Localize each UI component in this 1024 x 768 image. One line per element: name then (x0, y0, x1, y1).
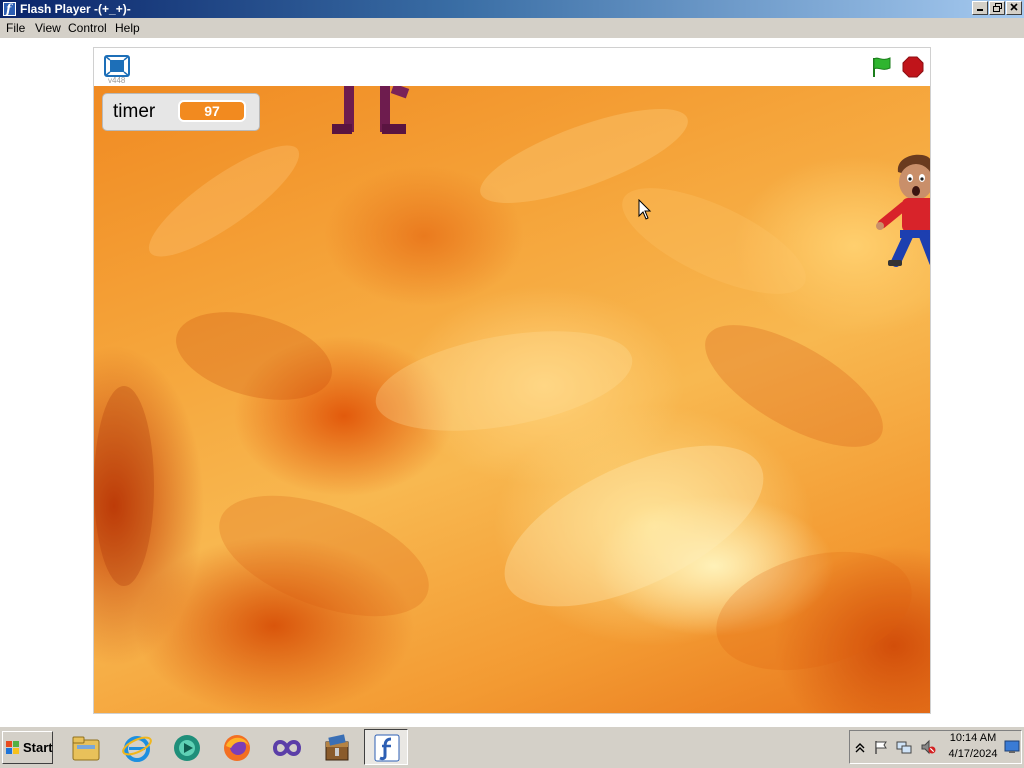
window-title: Flash Player -(+_+)- (20, 2, 131, 16)
title-bar[interactable]: Flash Player -(+_+)- (0, 0, 1024, 18)
firefox-icon (224, 735, 250, 761)
minimize-button[interactable] (972, 1, 988, 15)
taskbar-file-explorer[interactable] (63, 729, 107, 765)
mouse-cursor-icon (638, 199, 652, 220)
flash-app-icon (3, 0, 16, 18)
purple-legs-sprite[interactable] (330, 86, 414, 136)
flame-streak (94, 386, 154, 586)
windows-logo-icon (6, 741, 19, 754)
clock-date[interactable]: 4/17/2024 (945, 748, 1001, 760)
taskbar-internet-explorer[interactable] (114, 729, 158, 765)
show-hidden-icons-chevron[interactable] (852, 739, 868, 755)
show-desktop-icon[interactable] (1004, 739, 1020, 755)
boy-character-sprite[interactable] (874, 152, 930, 272)
flame-streak (166, 296, 342, 416)
restore-button[interactable] (989, 1, 1005, 15)
flame-streak (135, 128, 313, 274)
start-button[interactable]: Start (2, 731, 53, 764)
taskbar-visual-studio[interactable] (264, 729, 308, 765)
green-flag-button[interactable] (869, 55, 893, 79)
timer-value: 97 (178, 100, 246, 122)
volume-muted-icon[interactable] (920, 739, 936, 755)
start-label: Start (23, 740, 53, 755)
stage-canvas[interactable] (94, 86, 930, 713)
flame-streak (368, 314, 640, 448)
stage-toolbar (94, 48, 930, 87)
taskbar-flash-player[interactable] (364, 729, 408, 765)
network-icon[interactable] (896, 739, 912, 755)
media-app-icon (174, 735, 200, 761)
flame-streak (203, 471, 445, 641)
version-label: v448 (108, 76, 126, 85)
timer-monitor[interactable]: timer 97 (102, 93, 260, 131)
taskbar-archive-app[interactable] (314, 729, 358, 765)
timer-label: timer (113, 101, 156, 122)
menu-file[interactable]: File (2, 18, 29, 38)
clock-time[interactable]: 10:14 AM (945, 732, 1001, 744)
menu-view[interactable]: View (31, 18, 65, 38)
stop-button[interactable] (902, 56, 924, 78)
file-explorer-icon (72, 736, 100, 761)
fullscreen-button[interactable] (104, 55, 130, 77)
visual-studio-icon (272, 740, 302, 756)
flame-streak (703, 531, 925, 691)
menu-bar: File View Control Help (0, 18, 1024, 38)
action-center-flag-icon[interactable] (873, 739, 889, 755)
flame-streak (608, 167, 820, 315)
taskbar-media-app[interactable] (164, 729, 208, 765)
menu-control[interactable]: Control (64, 18, 111, 38)
stop-icon (902, 56, 924, 78)
internet-explorer-icon (122, 736, 152, 762)
green-flag-icon (873, 57, 891, 77)
menu-help[interactable]: Help (111, 18, 144, 38)
archive-app-icon (325, 734, 349, 761)
taskbar-firefox[interactable] (214, 729, 258, 765)
flash-player-icon (374, 734, 400, 762)
fullscreen-icon (104, 55, 130, 77)
close-button[interactable] (1006, 1, 1022, 15)
